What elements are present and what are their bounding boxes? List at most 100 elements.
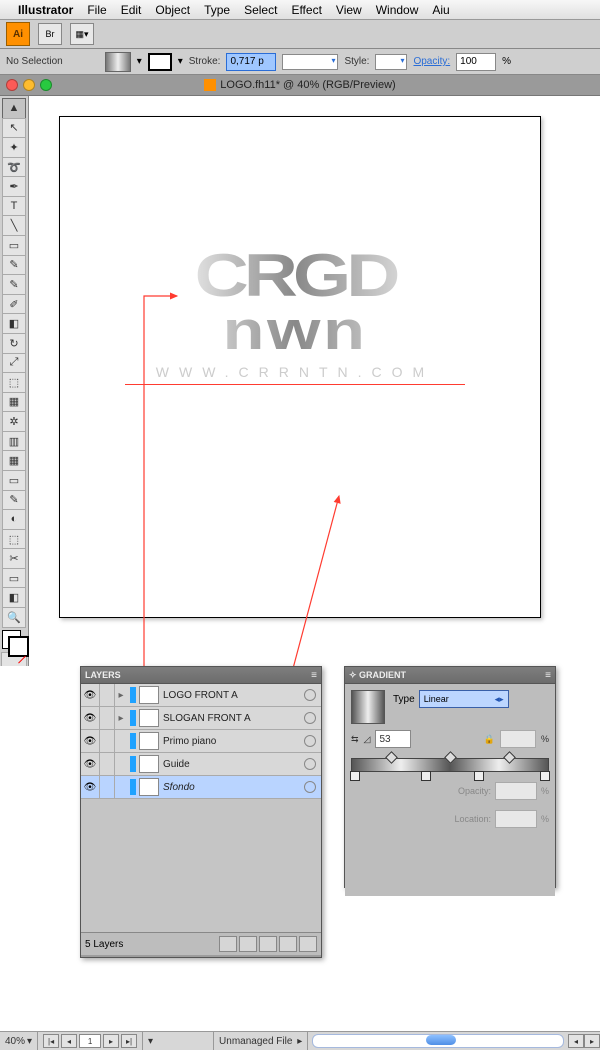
angle-input[interactable]: 53 bbox=[375, 730, 411, 748]
tool-rect[interactable]: ▭ bbox=[2, 235, 26, 256]
window-zoom[interactable] bbox=[40, 79, 52, 91]
stroke-swatch[interactable] bbox=[148, 53, 172, 71]
new-sublayer-button[interactable] bbox=[259, 936, 277, 952]
fill-swatch[interactable] bbox=[105, 52, 131, 72]
gradient-tab[interactable]: ✧ GRADIENT bbox=[349, 670, 406, 681]
tool-line[interactable]: ╲ bbox=[2, 215, 26, 236]
tool-rotate[interactable]: ↻ bbox=[2, 333, 26, 354]
layer-row[interactable]: 👁 Primo piano bbox=[81, 730, 321, 753]
tool-artboard[interactable]: ▭ bbox=[2, 568, 26, 589]
gradient-stop[interactable] bbox=[350, 771, 360, 781]
tool-pencil[interactable]: ✎ bbox=[2, 274, 26, 295]
file-status-display[interactable]: Unmanaged File ▸ bbox=[214, 1032, 308, 1050]
layer-name[interactable]: Sfondo bbox=[163, 782, 304, 793]
gradient-stop[interactable] bbox=[421, 771, 431, 781]
menu-view[interactable]: View bbox=[336, 3, 362, 17]
window-minimize[interactable] bbox=[23, 79, 35, 91]
prev-artboard-button[interactable]: ◂ bbox=[61, 1034, 77, 1048]
target-icon[interactable] bbox=[304, 758, 316, 770]
last-artboard-button[interactable]: ▸| bbox=[121, 1034, 137, 1048]
tool-graph[interactable]: ▥ bbox=[2, 431, 26, 452]
tool-eyedropper[interactable]: ✎ bbox=[2, 490, 26, 511]
tool-gradient[interactable]: ▭ bbox=[2, 470, 26, 491]
lock-cell[interactable] bbox=[100, 684, 115, 706]
style-dropdown[interactable] bbox=[375, 54, 407, 70]
tool-mesh[interactable]: ▦ bbox=[2, 450, 26, 471]
tool-selection[interactable]: ▲ bbox=[2, 98, 26, 119]
tool-free-transform[interactable]: ▦ bbox=[2, 392, 26, 413]
menu-object[interactable]: Object bbox=[155, 3, 190, 17]
tool-zoom[interactable]: 🔍 bbox=[2, 607, 26, 628]
tool-pen[interactable]: ✒ bbox=[2, 176, 26, 197]
arrange-docs-button[interactable]: ▦▾ bbox=[70, 23, 94, 45]
gradient-stop[interactable] bbox=[540, 771, 550, 781]
locate-object-button[interactable] bbox=[219, 936, 237, 952]
layer-name[interactable]: LOGO FRONT A bbox=[163, 690, 304, 701]
canvas-area[interactable]: CRGD nwn WWW.CRRNTN.COM bbox=[29, 96, 600, 666]
tool-blend[interactable]: ◐ bbox=[2, 509, 26, 530]
target-icon[interactable] bbox=[304, 735, 316, 747]
tool-type[interactable]: T bbox=[2, 196, 26, 217]
bridge-button[interactable]: Br bbox=[38, 23, 62, 45]
lock-cell[interactable] bbox=[100, 730, 115, 752]
menu-effect[interactable]: Effect bbox=[291, 3, 321, 17]
lock-cell[interactable] bbox=[100, 707, 115, 729]
scroll-left-button[interactable]: ◂ bbox=[568, 1034, 584, 1048]
tool-magic-wand[interactable]: ✦ bbox=[2, 137, 26, 158]
stroke-weight-input[interactable]: 0,717 p bbox=[226, 53, 276, 71]
visibility-icon[interactable]: 👁 bbox=[81, 684, 100, 706]
menu-file[interactable]: File bbox=[87, 3, 106, 17]
tool-blob[interactable]: ✐ bbox=[2, 294, 26, 315]
app-menu[interactable]: Illustrator bbox=[18, 3, 73, 17]
color-mode-display[interactable]: ▾ bbox=[143, 1032, 214, 1050]
fill-stroke-proxy[interactable] bbox=[2, 630, 26, 652]
window-close[interactable] bbox=[6, 79, 18, 91]
layer-name[interactable]: Guide bbox=[163, 759, 304, 770]
first-artboard-button[interactable]: |◂ bbox=[43, 1034, 59, 1048]
tool-symbol[interactable]: ✲ bbox=[2, 411, 26, 432]
menu-select[interactable]: Select bbox=[244, 3, 277, 17]
layer-row[interactable]: 👁 Guide bbox=[81, 753, 321, 776]
layer-row[interactable]: 👁 ▸ SLOGAN FRONT A bbox=[81, 707, 321, 730]
disclosure-icon[interactable]: ▸ bbox=[115, 690, 127, 701]
target-icon[interactable] bbox=[304, 712, 316, 724]
layer-name[interactable]: SLOGAN FRONT A bbox=[163, 713, 304, 724]
opacity-input[interactable]: 100 bbox=[456, 53, 496, 71]
make-clip-button[interactable] bbox=[239, 936, 257, 952]
layer-row[interactable]: 👁 Sfondo bbox=[81, 776, 321, 799]
menu-help[interactable]: Aiu bbox=[432, 3, 449, 17]
visibility-icon[interactable]: 👁 bbox=[81, 776, 100, 798]
new-layer-button[interactable] bbox=[279, 936, 297, 952]
tool-eraser[interactable]: ◧ bbox=[2, 313, 26, 334]
artboard[interactable]: CRGD nwn WWW.CRRNTN.COM bbox=[59, 116, 541, 618]
lock-cell[interactable] bbox=[100, 753, 115, 775]
tool-live-paint[interactable]: ⬚ bbox=[2, 529, 26, 550]
tool-warp[interactable]: ⬚ bbox=[2, 372, 26, 393]
scroll-right-button[interactable]: ▸ bbox=[584, 1034, 600, 1048]
visibility-icon[interactable]: 👁 bbox=[81, 730, 100, 752]
target-icon[interactable] bbox=[304, 781, 316, 793]
menu-edit[interactable]: Edit bbox=[121, 3, 142, 17]
tool-hand[interactable]: ◧ bbox=[2, 587, 26, 608]
layers-tab[interactable]: LAYERS bbox=[85, 670, 121, 680]
zoom-display[interactable]: 40% ▾ bbox=[0, 1032, 38, 1050]
gradient-type-dropdown[interactable]: Linear◂▸ bbox=[419, 690, 509, 708]
layers-panel[interactable]: LAYERS ≡ 👁 ▸ LOGO FRONT A 👁 ▸ SLOGAN FRO… bbox=[80, 666, 322, 958]
menu-type[interactable]: Type bbox=[204, 3, 230, 17]
gradient-preview[interactable] bbox=[351, 690, 385, 724]
next-artboard-button[interactable]: ▸ bbox=[103, 1034, 119, 1048]
horizontal-scrollbar[interactable] bbox=[312, 1034, 564, 1048]
artboard-number-input[interactable]: 1 bbox=[79, 1034, 101, 1048]
gradient-ramp[interactable] bbox=[351, 758, 549, 772]
tool-slice[interactable]: ✂ bbox=[2, 548, 26, 569]
layer-name[interactable]: Primo piano bbox=[163, 736, 304, 747]
layer-row[interactable]: 👁 ▸ LOGO FRONT A bbox=[81, 684, 321, 707]
gradient-panel[interactable]: ✧ GRADIENT ≡ Type Linear◂▸ ⇆ ◿ 53 🔒 % bbox=[344, 666, 556, 888]
menu-window[interactable]: Window bbox=[376, 3, 419, 17]
brush-dropdown[interactable] bbox=[282, 54, 338, 70]
delete-layer-button[interactable] bbox=[299, 936, 317, 952]
reverse-icon[interactable]: ⇆ bbox=[351, 734, 359, 745]
tool-brush[interactable]: ✎ bbox=[2, 255, 26, 276]
tool-scale[interactable]: ⤢ bbox=[2, 353, 26, 374]
stop-opacity-input[interactable] bbox=[495, 782, 537, 800]
